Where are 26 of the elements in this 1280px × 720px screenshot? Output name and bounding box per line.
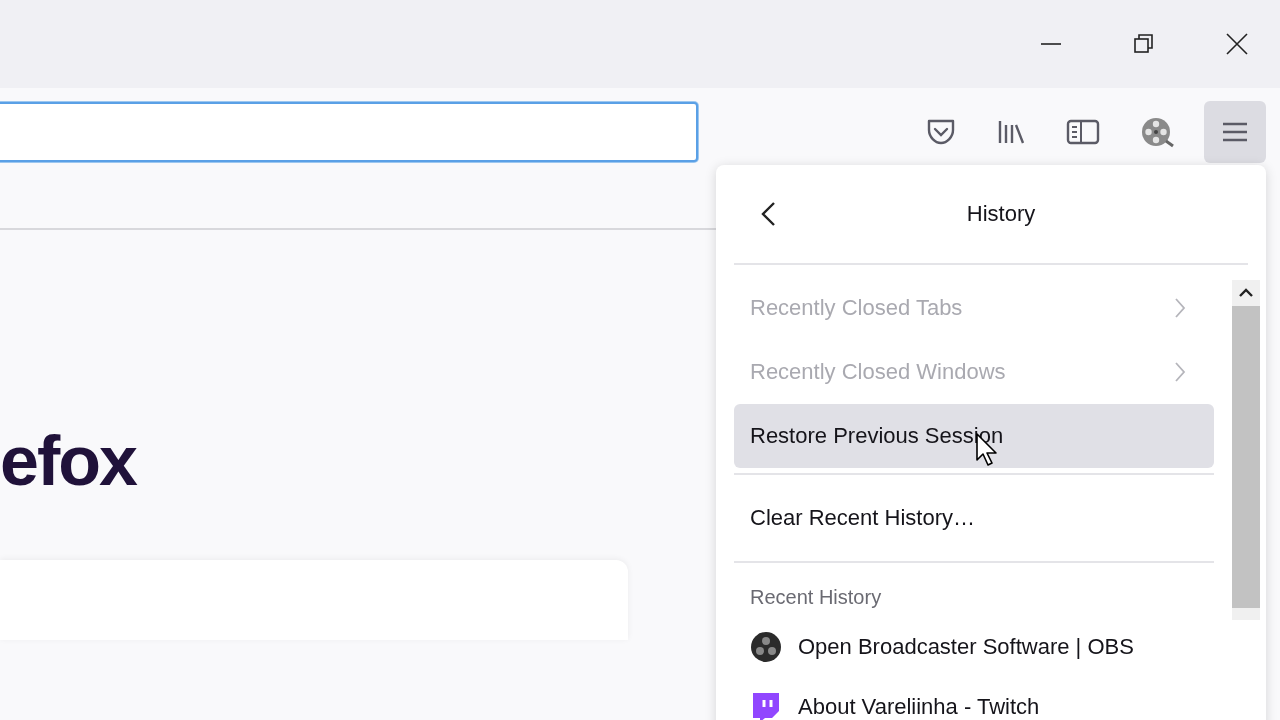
chevron-right-icon xyxy=(1174,361,1186,383)
menu-item-label: Recently Closed Tabs xyxy=(750,295,963,321)
entry-title: Open Broadcaster Software | OBS xyxy=(798,634,1134,660)
menu-icon xyxy=(1222,121,1248,142)
logo-text: efox xyxy=(0,426,136,496)
film-reel-icon[interactable] xyxy=(1140,115,1174,148)
close-icon[interactable] xyxy=(1226,33,1248,55)
history-entry[interactable]: About Vareliinha - Twitch xyxy=(734,677,1214,720)
sidebar-icon[interactable] xyxy=(1066,118,1100,145)
scroll-up-icon[interactable] xyxy=(1239,288,1253,298)
menu-item-label: Recently Closed Windows xyxy=(750,359,1006,385)
menu-item-label: Clear Recent History… xyxy=(750,505,975,531)
history-entry[interactable]: Open Broadcaster Software | OBS xyxy=(734,617,1214,677)
back-icon[interactable] xyxy=(760,201,776,227)
section-heading: Recent History xyxy=(749,585,883,610)
panel-title: History xyxy=(966,201,1036,227)
pocket-icon[interactable] xyxy=(926,117,956,146)
chevron-right-icon xyxy=(1174,297,1186,319)
entry-title: About Vareliinha - Twitch xyxy=(798,694,1040,720)
menu-button[interactable] xyxy=(1204,100,1266,163)
dark-circle-icon xyxy=(750,631,782,663)
menu-item[interactable]: Clear Recent History… xyxy=(734,480,1214,556)
restore-icon[interactable] xyxy=(1133,33,1155,55)
menu-item[interactable]: Restore Previous Session xyxy=(734,404,1214,468)
address-field[interactable] xyxy=(0,101,698,162)
menu-item-label: Restore Previous Session xyxy=(750,423,1004,449)
